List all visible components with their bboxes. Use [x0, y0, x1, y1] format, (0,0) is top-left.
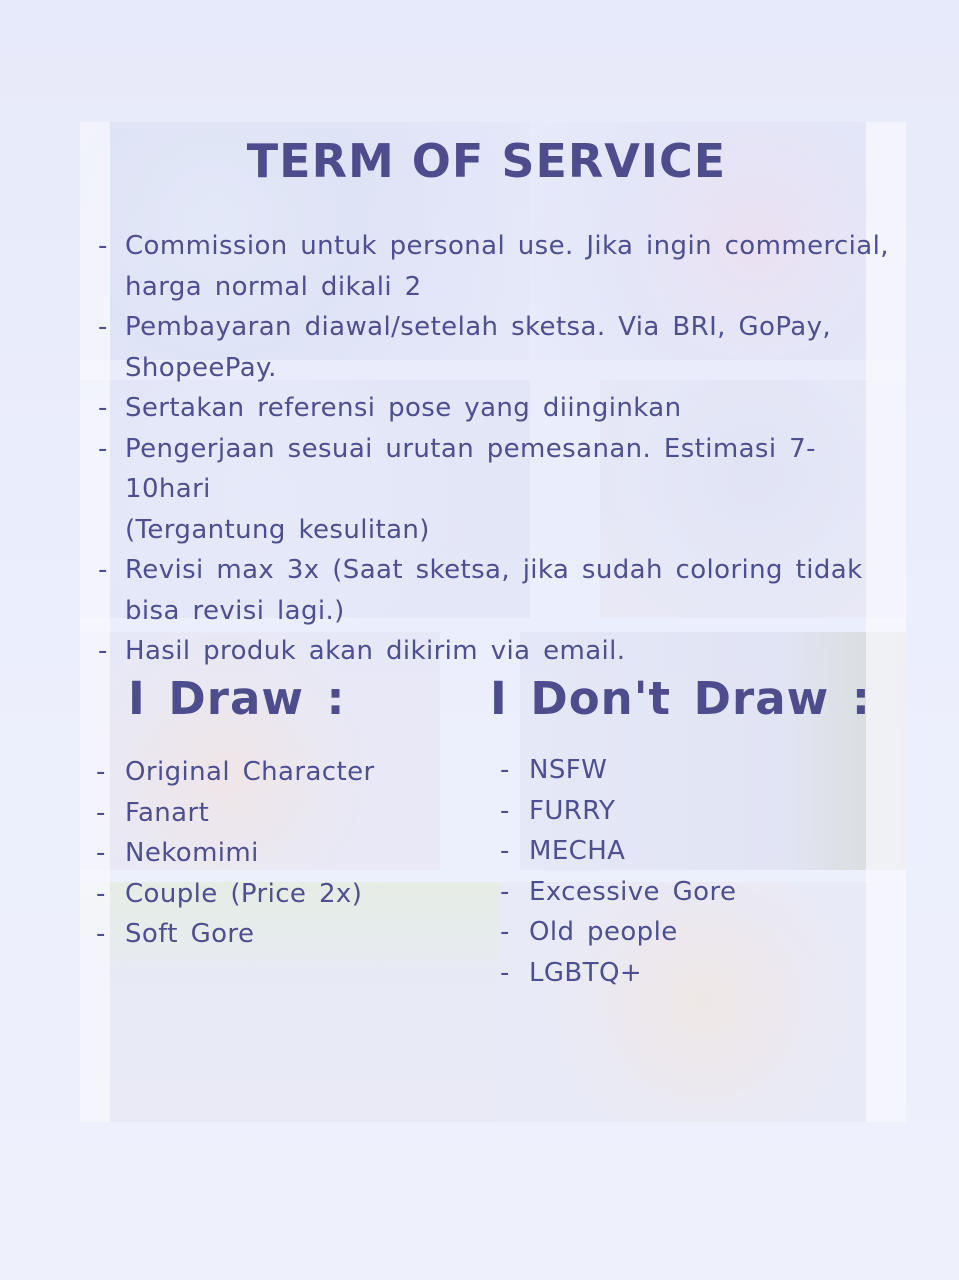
rule-item: - Hasil produk akan dikirim via email. — [98, 631, 898, 672]
list-item: - Soft Gore — [96, 914, 456, 955]
rule-text: Hasil produk akan dikirim via email. — [125, 636, 626, 666]
bullet-dash: - — [98, 393, 108, 423]
bullet-dash: - — [98, 636, 108, 666]
list-item-label: Couple (Price 2x) — [125, 878, 363, 909]
list-item-label: NSFW — [529, 755, 608, 785]
bullet-dash: - — [96, 757, 106, 787]
list-item-label: Soft Gore — [125, 919, 255, 949]
bullet-dash: - — [96, 838, 106, 868]
bullet-dash: - — [500, 755, 510, 785]
i-dont-draw-list: - NSFW - FURRY - MECHA - Excessive Gore - Old… — [500, 750, 860, 993]
list-item-label: Original Character — [125, 757, 375, 787]
bullet-dash: - — [500, 795, 510, 826]
list-item: - Fanart — [96, 793, 456, 834]
list-item: - Couple (Price 2x) — [96, 874, 456, 915]
list-item: - FURRY — [500, 791, 860, 832]
bullet-dash: - — [500, 876, 510, 907]
rule-text: Sertakan referensi pose yang diinginkan — [125, 393, 682, 423]
rule-text-continued: ShopeePay. — [125, 352, 277, 383]
i-draw-heading: I Draw : — [128, 672, 346, 725]
page-title: TERM OF SERVICE — [246, 134, 727, 188]
rule-text: Revisi max 3x (Saat sketsa, jika sudah c… — [125, 555, 863, 585]
bullet-dash: - — [96, 919, 106, 949]
rules-list: - Commission untuk personal use. Jika in… — [98, 226, 898, 672]
list-item-label: Old people — [529, 917, 678, 947]
rule-item: - Revisi max 3x (Saat sketsa, jika sudah… — [98, 550, 898, 631]
bullet-dash: - — [98, 312, 108, 342]
i-dont-draw-heading: I Don't Draw : — [490, 672, 871, 725]
bullet-dash: - — [500, 957, 510, 988]
list-item: - Original Character — [96, 752, 456, 793]
list-item-label: MECHA — [529, 836, 626, 866]
rule-text-continued: bisa revisi lagi.) — [125, 595, 345, 626]
rule-item: - Sertakan referensi pose yang diinginka… — [98, 388, 898, 429]
list-item-label: LGBTQ+ — [529, 957, 643, 988]
rule-item: - Commission untuk personal use. Jika in… — [98, 226, 898, 307]
rule-text: Pengerjaan sesuai urutan pemesanan. Esti… — [125, 433, 816, 505]
rule-text-continued: (Tergantung kesulitan) — [125, 514, 430, 545]
tos-content: TERM OF SERVICE - Commission untuk perso… — [0, 0, 959, 1280]
list-item: - MECHA — [500, 831, 860, 872]
rule-item: - Pengerjaan sesuai urutan pemesanan. Es… — [98, 429, 898, 551]
bullet-dash: - — [98, 231, 108, 261]
list-item-label: Fanart — [125, 797, 210, 828]
list-item-label: FURRY — [529, 795, 616, 826]
bullet-dash: - — [98, 555, 108, 585]
rule-text: Commission untuk personal use. Jika ingi… — [125, 231, 889, 261]
list-item: - Nekomimi — [96, 833, 456, 874]
bullet-dash: - — [500, 836, 510, 866]
bullet-dash: - — [500, 917, 510, 947]
list-item: - NSFW — [500, 750, 860, 791]
list-item: - LGBTQ+ — [500, 953, 860, 994]
bullet-dash: - — [96, 878, 106, 909]
rule-text-continued: harga normal dikali 2 — [125, 271, 422, 302]
bullet-dash: - — [98, 433, 108, 464]
list-item: - Excessive Gore — [500, 872, 860, 913]
rule-item: - Pembayaran diawal/setelah sketsa. Via … — [98, 307, 898, 388]
list-item-label: Excessive Gore — [529, 876, 737, 907]
list-item: - Old people — [500, 912, 860, 953]
list-item-label: Nekomimi — [125, 838, 259, 868]
rule-text: Pembayaran diawal/setelah sketsa. Via BR… — [125, 312, 832, 342]
i-draw-list: - Original Character - Fanart - Nekomimi -C… — [96, 752, 456, 955]
bullet-dash: - — [96, 797, 106, 828]
